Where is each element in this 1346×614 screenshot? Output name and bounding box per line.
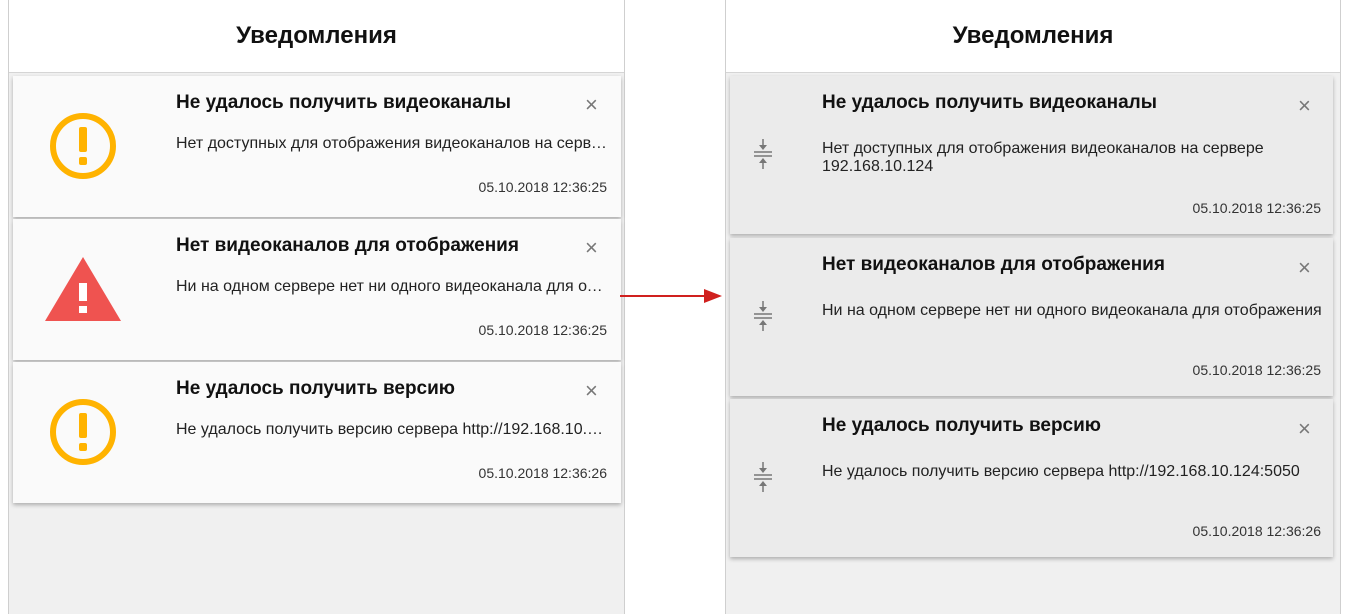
arrow-right-icon: [620, 289, 722, 303]
notification-title: Нет видеоканалов для отображения: [822, 254, 1165, 275]
notification-timestamp: 05.10.2018 12:36:25: [1192, 200, 1321, 216]
notification-timestamp: 05.10.2018 12:36:25: [478, 322, 607, 338]
notification-message: Не удалось получить версию сервера http:…: [822, 463, 1300, 480]
notification-timestamp: 05.10.2018 12:36:25: [1192, 362, 1321, 378]
notification-title: Не удалось получить видеоканалы: [822, 92, 1157, 113]
warning-circle-icon: [41, 394, 125, 470]
notification-timestamp: 05.10.2018 12:36:26: [1192, 523, 1321, 539]
panel-title: Уведомления: [726, 0, 1340, 73]
notification-card[interactable]: Не удалось получить версию × Не удалось …: [13, 362, 621, 503]
error-triangle-icon: [41, 251, 125, 327]
notification-message: Ни на одном сервере нет ни одного видеок…: [176, 278, 608, 295]
collapse-icon[interactable]: [748, 298, 778, 334]
notification-card[interactable]: Не удалось получить видеоканалы × Нет до…: [730, 76, 1333, 234]
collapse-icon[interactable]: [748, 459, 778, 495]
close-icon[interactable]: ×: [585, 237, 598, 259]
notification-card[interactable]: Не удалось получить версию × Не удалось …: [730, 399, 1333, 557]
notification-timestamp: 05.10.2018 12:36:25: [478, 179, 607, 195]
notification-message: Не удалось получить версию сервера http:…: [176, 421, 608, 438]
close-icon[interactable]: ×: [1298, 257, 1311, 279]
close-icon[interactable]: ×: [585, 380, 598, 402]
notification-timestamp: 05.10.2018 12:36:26: [478, 465, 607, 481]
close-icon[interactable]: ×: [585, 94, 598, 116]
panel-title: Уведомления: [9, 0, 624, 73]
notification-title: Не удалось получить видеоканалы: [176, 92, 511, 113]
notification-title: Не удалось получить версию: [176, 378, 456, 399]
notification-card[interactable]: Не удалось получить видеоканалы × Нет до…: [13, 76, 621, 217]
warning-circle-icon: [41, 108, 125, 184]
close-icon[interactable]: ×: [1298, 95, 1311, 117]
notification-card[interactable]: Нет видеоканалов для отображения × Ни на…: [13, 219, 621, 360]
notifications-panel-collapsed: Уведомления Не удалось получить видеокан…: [8, 0, 625, 614]
notification-message: Нет доступных для отображения видеоканал…: [822, 140, 1264, 175]
close-icon[interactable]: ×: [1298, 418, 1311, 440]
collapse-icon[interactable]: [748, 136, 778, 172]
notification-title: Нет видеоканалов для отображения: [176, 235, 519, 256]
notification-message: Ни на одном сервере нет ни одного видеок…: [822, 302, 1322, 319]
notification-message: Нет доступных для отображения видеоканал…: [176, 135, 608, 152]
notification-title: Не удалось получить версию: [822, 415, 1102, 436]
notification-card[interactable]: Нет видеоканалов для отображения × Ни на…: [730, 238, 1333, 396]
notifications-panel-expanded: Уведомления Не удалось получить видеокан…: [725, 0, 1341, 614]
